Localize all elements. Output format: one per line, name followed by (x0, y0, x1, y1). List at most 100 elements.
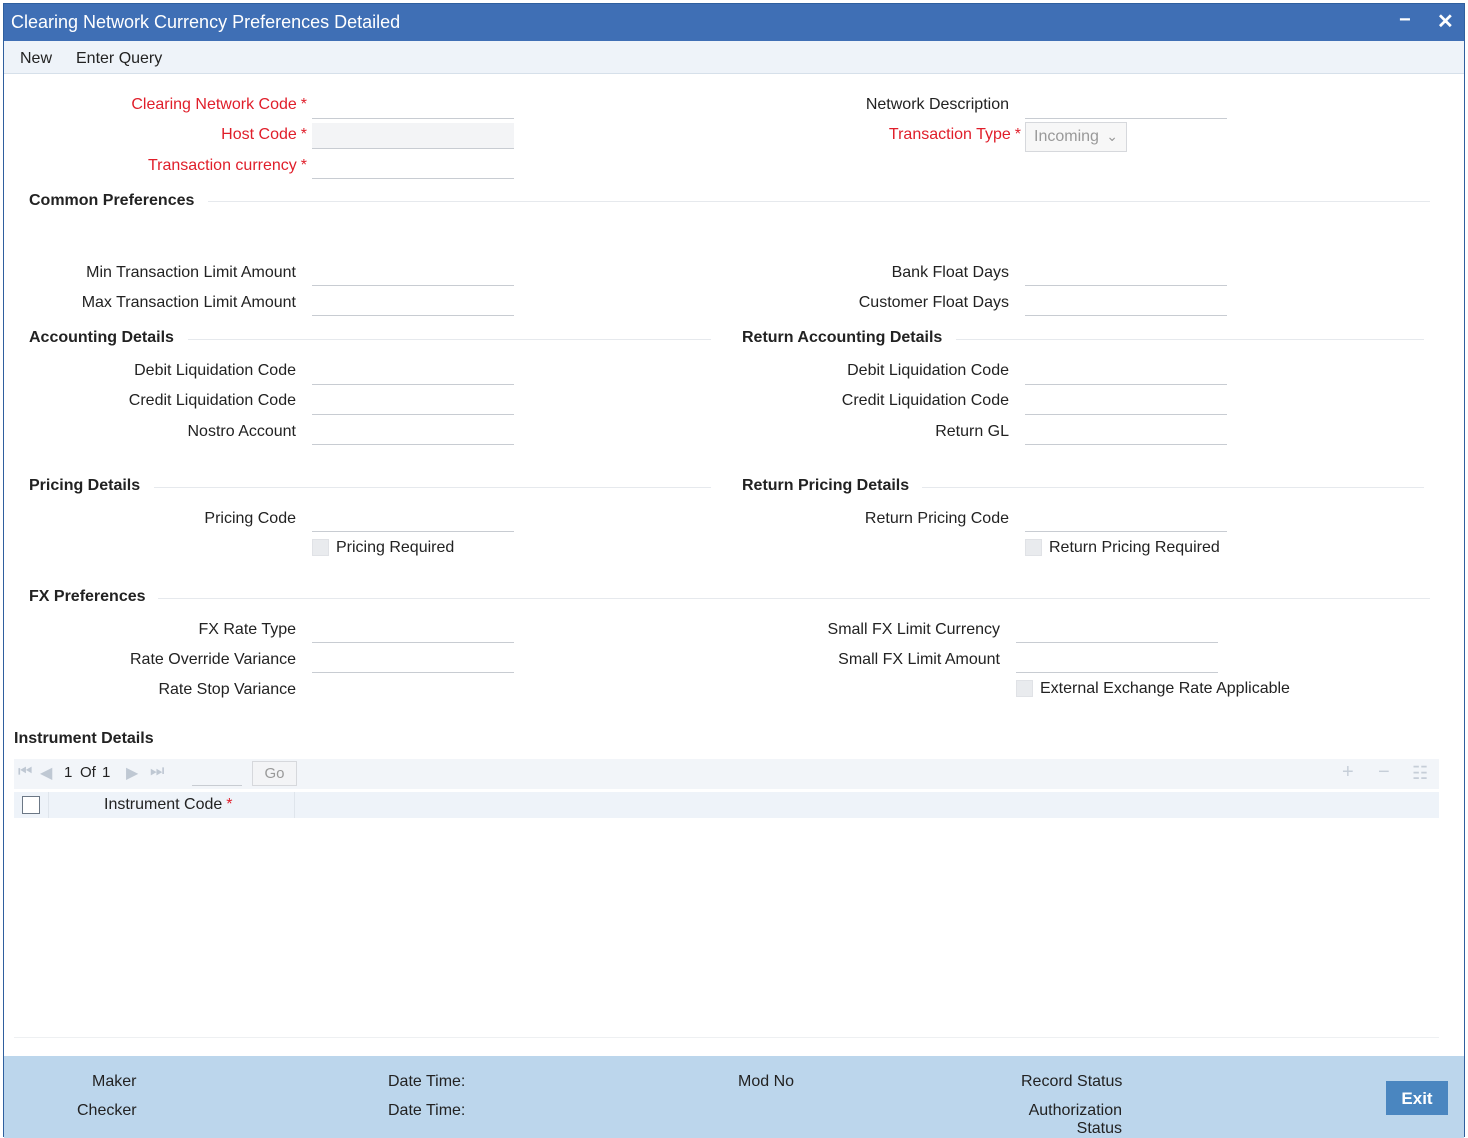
authorization-status-label: Authorization Status (1028, 1102, 1122, 1137)
checker-date-time-label: Date Time: (388, 1102, 466, 1119)
page-number-input[interactable] (192, 762, 242, 786)
external-exchange-rate-label: External Exchange Rate Applicable (1040, 680, 1290, 697)
window-title: Clearing Network Currency Preferences De… (11, 12, 401, 32)
return-debit-liquidation-code-input[interactable] (1025, 359, 1227, 385)
previous-page-icon[interactable]: ◀ (40, 763, 52, 783)
bank-float-days-input[interactable] (1025, 260, 1227, 286)
min-limit-label: Min Transaction Limit Amount (86, 264, 296, 281)
record-status-label: Record Status (1021, 1073, 1123, 1090)
select-all-checkbox[interactable] (22, 796, 40, 814)
section-return-pricing-details: Return Pricing Details (742, 477, 910, 494)
transaction-type-select[interactable]: Incoming ⌄ (1025, 122, 1127, 152)
nostro-account-input[interactable] (312, 419, 514, 445)
host-code-label: Host Code * (221, 126, 307, 143)
fx-rate-type-input[interactable] (312, 617, 514, 643)
go-button[interactable]: Go (252, 761, 297, 786)
transaction-type-value: Incoming (1034, 128, 1099, 145)
fx-rate-type-label: FX Rate Type (198, 621, 296, 638)
transaction-type-label: Transaction Type * (888, 126, 1021, 143)
small-fx-limit-amount-label: Small FX Limit Amount (838, 651, 1000, 668)
add-row-icon[interactable]: + (1342, 761, 1354, 784)
return-gl-label: Return GL (935, 423, 1009, 440)
network-description-input[interactable] (1025, 93, 1227, 119)
host-code-input[interactable] (312, 123, 514, 149)
return-credit-liquidation-code-label: Credit Liquidation Code (841, 392, 1009, 409)
column-separator (48, 792, 49, 818)
rate-override-variance-input[interactable] (312, 647, 514, 673)
small-fx-limit-currency-label: Small FX Limit Currency (827, 621, 1000, 638)
return-gl-input[interactable] (1025, 419, 1227, 445)
credit-liquidation-code-input[interactable] (312, 389, 514, 415)
customer-float-days-input[interactable] (1025, 290, 1227, 316)
column-separator (294, 792, 295, 818)
menu-new[interactable]: New (20, 50, 52, 68)
next-page-icon[interactable]: ▶ (126, 763, 138, 783)
credit-liquidation-code-label: Credit Liquidation Code (128, 392, 296, 409)
title-bar: Clearing Network Currency Preferences De… (4, 4, 1464, 41)
maker-label: Maker (92, 1073, 137, 1090)
rate-stop-variance-label: Rate Stop Variance (158, 681, 296, 698)
section-fx-preferences: FX Preferences (29, 588, 146, 605)
debit-liquidation-code-input[interactable] (312, 359, 514, 385)
section-accounting-details: Accounting Details (29, 329, 174, 346)
divider (188, 339, 711, 340)
page-total: 1 (102, 764, 111, 781)
checker-label: Checker (77, 1102, 137, 1119)
page-of: Of (80, 764, 96, 781)
customer-float-days-label: Customer Float Days (858, 294, 1009, 311)
small-fx-limit-currency-input[interactable] (1016, 617, 1218, 643)
nostro-account-label: Nostro Account (187, 423, 297, 440)
instrument-grid-toolbar: ⏮ ◀ 1 Of 1 ▶ ⏭ Go + − ☷ (14, 759, 1439, 789)
menu-bar: New Enter Query (4, 41, 1464, 74)
clearing-network-code-label: Clearing Network Code * (131, 96, 307, 113)
last-page-icon[interactable]: ⏭ (150, 763, 164, 781)
list-view-icon[interactable]: ☷ (1412, 763, 1428, 784)
rate-override-variance-label: Rate Override Variance (130, 651, 296, 668)
divider (208, 201, 1430, 202)
clearing-network-code-input[interactable] (312, 93, 514, 119)
pricing-required-checkbox[interactable] (312, 539, 329, 556)
transaction-currency-input[interactable] (312, 153, 514, 179)
return-credit-liquidation-code-input[interactable] (1025, 389, 1227, 415)
return-pricing-code-label: Return Pricing Code (864, 510, 1009, 527)
external-exchange-rate-checkbox[interactable] (1016, 680, 1033, 697)
return-pricing-required-label: Return Pricing Required (1049, 539, 1220, 556)
transaction-currency-label: Transaction currency * (147, 157, 307, 174)
delete-row-icon[interactable]: − (1378, 761, 1390, 784)
pricing-required-label: Pricing Required (336, 539, 455, 556)
pricing-code-input[interactable] (312, 506, 514, 532)
section-common-preferences: Common Preferences (29, 192, 195, 209)
divider (922, 487, 1424, 488)
network-description-label: Network Description (865, 96, 1009, 113)
divider (956, 339, 1424, 340)
first-page-icon[interactable]: ⏮ (18, 763, 32, 781)
return-pricing-required-checkbox[interactable] (1025, 539, 1042, 556)
page-current: 1 (64, 764, 73, 781)
close-icon[interactable]: ✕ (1437, 9, 1454, 34)
section-return-accounting-details: Return Accounting Details (742, 329, 943, 346)
bank-float-days-label: Bank Float Days (891, 264, 1009, 281)
divider (154, 487, 711, 488)
return-debit-liquidation-code-label: Debit Liquidation Code (847, 362, 1009, 379)
instrument-grid-body (14, 818, 1439, 1038)
menu-enter-query[interactable]: Enter Query (76, 50, 162, 68)
small-fx-limit-amount-input[interactable] (1016, 647, 1218, 673)
divider (158, 598, 1430, 599)
max-limit-label: Max Transaction Limit Amount (81, 294, 296, 311)
audit-footer: Maker Checker Date Time: Date Time: Mod … (4, 1056, 1464, 1138)
return-pricing-code-input[interactable] (1025, 506, 1227, 532)
chevron-down-icon: ⌄ (1106, 128, 1118, 144)
instrument-code-column-header: Instrument Code * (104, 796, 233, 813)
section-instrument-details: Instrument Details (14, 730, 154, 747)
debit-liquidation-code-label: Debit Liquidation Code (134, 362, 296, 379)
max-limit-input[interactable] (312, 290, 514, 316)
maker-date-time-label: Date Time: (388, 1073, 466, 1090)
min-limit-input[interactable] (312, 260, 514, 286)
section-pricing-details: Pricing Details (29, 477, 141, 494)
minimize-icon[interactable]: − (1399, 9, 1411, 32)
dialog-window: Clearing Network Currency Preferences De… (3, 3, 1465, 1138)
instrument-grid-header: Instrument Code * (14, 792, 1439, 818)
mod-no-label: Mod No (738, 1073, 795, 1090)
pricing-code-label: Pricing Code (204, 510, 296, 527)
exit-button[interactable]: Exit (1386, 1081, 1448, 1115)
